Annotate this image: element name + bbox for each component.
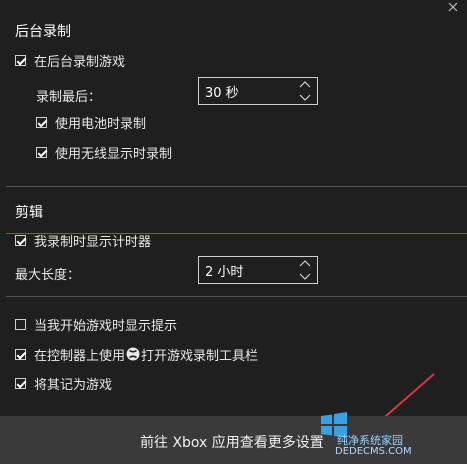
max-length-spinner[interactable] (299, 259, 311, 281)
max-length-select[interactable]: 2 小时 (198, 256, 318, 284)
record-last-label: 录制最后： (36, 90, 102, 105)
controller-label-prefix: 在控制器上使用 (34, 348, 126, 364)
battery-record-checkbox-row[interactable]: 使用电池时录制 (36, 112, 146, 132)
watermark-line2: DEDECMS.COM (335, 446, 412, 457)
xbox-settings-link[interactable]: 前往 Xbox 应用查看更多设置 (140, 432, 324, 452)
show-timer-label: 我录制时显示计时器 (34, 234, 152, 250)
show-tips-checkbox-row[interactable]: 当我开始游戏时显示提示 (15, 314, 177, 334)
record-last-value: 30 秒 (205, 85, 239, 101)
show-tips-label: 当我开始游戏时显示提示 (34, 318, 178, 334)
record-game-checkbox-row[interactable]: 在后台录制游戏 (15, 50, 125, 70)
checkbox-icon[interactable] (36, 146, 47, 158)
xbox-icon (126, 347, 140, 361)
wireless-record-label: 使用无线显示时录制 (55, 146, 173, 162)
checkbox-icon[interactable] (15, 377, 26, 389)
wireless-record-checkbox-row[interactable]: 使用无线显示时录制 (36, 142, 172, 162)
show-timer-checkbox-row[interactable]: 我录制时显示计时器 (15, 230, 151, 250)
checkbox-icon[interactable] (15, 234, 26, 246)
checkbox-icon[interactable] (36, 116, 47, 128)
section-title-clips: 剪辑 (15, 205, 43, 221)
spinner-up-icon[interactable] (299, 259, 311, 267)
spinner-down-icon[interactable] (299, 273, 311, 281)
remember-game-checkbox-row[interactable]: 将其记为游戏 (15, 373, 112, 393)
checkbox-icon[interactable] (15, 348, 26, 360)
record-last-select[interactable]: 30 秒 (198, 77, 318, 105)
section-divider (6, 186, 467, 187)
spinner-down-icon[interactable] (299, 94, 311, 102)
spinner-up-icon[interactable] (299, 80, 311, 88)
close-icon[interactable] (448, 2, 458, 12)
battery-record-label: 使用电池时录制 (55, 116, 147, 132)
controller-label-suffix: 打开游戏录制工具栏 (141, 348, 259, 364)
record-last-spinner[interactable] (299, 80, 311, 102)
section-divider (6, 296, 467, 297)
watermark: 纯净系统家园 DEDECMS.COM (311, 402, 461, 462)
checkbox-icon[interactable] (15, 318, 26, 330)
checkbox-icon[interactable] (15, 54, 26, 66)
section-title-background-recording: 后台录制 (15, 24, 71, 40)
record-game-label: 在后台录制游戏 (34, 54, 126, 70)
max-length-label: 最大长度： (15, 268, 81, 283)
controller-toolbar-checkbox-row[interactable]: 在控制器上使用 打开游戏录制工具栏 (15, 344, 258, 364)
max-length-value: 2 小时 (205, 264, 244, 280)
remember-game-label: 将其记为游戏 (34, 377, 113, 393)
